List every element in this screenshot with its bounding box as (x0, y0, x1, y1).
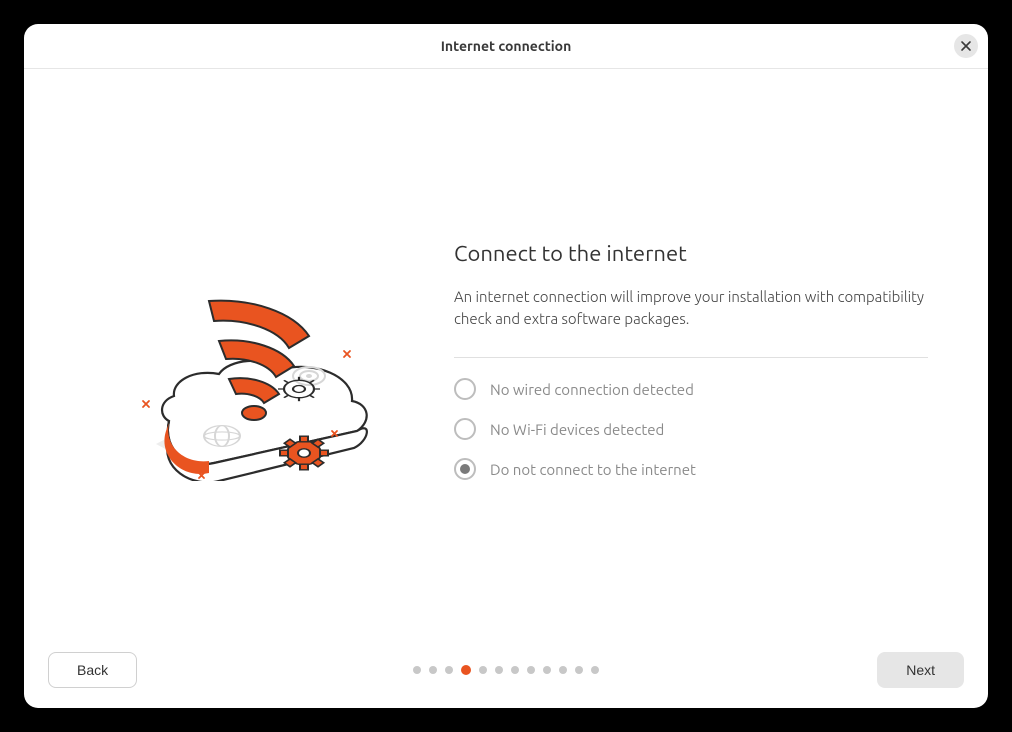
step-dot (461, 665, 471, 675)
footer: Back Next (24, 652, 988, 708)
installer-window: Internet connection (24, 24, 988, 708)
text-panel: Connect to the internet An internet conn… (454, 241, 948, 481)
back-button[interactable]: Back (48, 652, 137, 688)
option-label: No wired connection detected (490, 381, 694, 398)
connection-options: No wired connection detected No Wi-Fi de… (454, 378, 928, 480)
radio-indicator (454, 418, 476, 440)
radio-indicator (454, 458, 476, 480)
step-dot (413, 666, 421, 674)
option-label: Do not connect to the internet (490, 461, 696, 478)
step-dot (591, 666, 599, 674)
option-label: No Wi-Fi devices detected (490, 421, 664, 438)
option-wired: No wired connection detected (454, 378, 928, 400)
option-wifi: No Wi-Fi devices detected (454, 418, 928, 440)
step-dot (429, 666, 437, 674)
step-dot (559, 666, 567, 674)
step-dot (479, 666, 487, 674)
step-dot (527, 666, 535, 674)
close-icon (960, 40, 972, 52)
step-dot (511, 666, 519, 674)
step-dot (543, 666, 551, 674)
illustration-wifi-cloud (64, 241, 454, 481)
step-dot (495, 666, 503, 674)
radio-indicator (454, 378, 476, 400)
page-heading: Connect to the internet (454, 241, 928, 266)
content-area: Connect to the internet An internet conn… (24, 69, 988, 652)
close-button[interactable] (954, 34, 978, 58)
titlebar: Internet connection (24, 24, 988, 69)
step-dot (575, 666, 583, 674)
step-dot (445, 666, 453, 674)
divider (454, 357, 928, 358)
next-button[interactable]: Next (877, 652, 964, 688)
option-no-connect[interactable]: Do not connect to the internet (454, 458, 928, 480)
window-title: Internet connection (441, 38, 572, 54)
step-dots (413, 666, 599, 675)
page-description: An internet connection will improve your… (454, 286, 928, 330)
